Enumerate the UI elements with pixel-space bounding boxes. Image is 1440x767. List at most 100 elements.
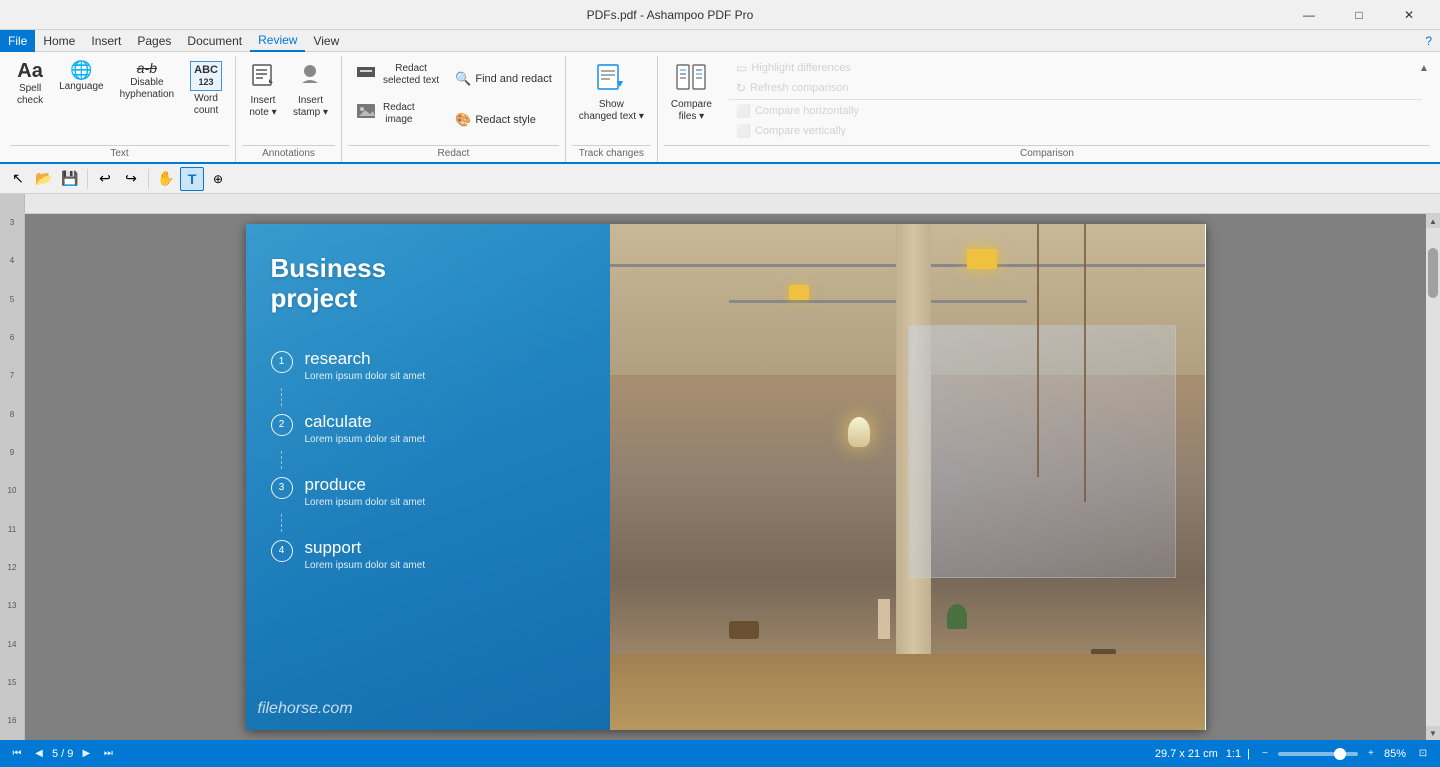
undo-button[interactable]: ↩ [93, 167, 117, 191]
insert-note-icon [249, 61, 277, 93]
compare-files-label: Comparefiles ▾ [671, 99, 712, 123]
insert-note-button[interactable]: Insertnote ▾ [242, 56, 284, 124]
rope-2 [1037, 224, 1039, 477]
redact-style-button[interactable]: 🎨 Redact style [448, 109, 559, 131]
show-changed-text-button[interactable]: Showchanged text ▾ [572, 56, 651, 128]
compare-vert-label: Compare vertically [755, 125, 846, 137]
redo-button[interactable]: ↪ [119, 167, 143, 191]
compare-vertically-button[interactable]: ⬜ Compare vertically [729, 121, 1422, 141]
panel-content: Businessproject 1 research Lorem ipsum d… [271, 254, 586, 571]
annotations-group-label: Annotations [242, 145, 335, 162]
hand-tool-button[interactable]: ✋ [154, 167, 178, 191]
spell-check-button[interactable]: Aa Spellcheck [10, 56, 50, 112]
step-4-number: 4 [271, 540, 293, 562]
window-title: PDFs.pdf - Ashampoo PDF Pro [54, 8, 1286, 22]
language-button[interactable]: 🌐 Language [52, 56, 111, 98]
vertical-scrollbar[interactable]: ▲ ▼ [1426, 214, 1440, 740]
redact-image-button[interactable]: Redactimage [348, 95, 446, 132]
zoom-button[interactable]: ⊕ [206, 167, 230, 191]
plant [947, 604, 967, 629]
ruler-corner [0, 194, 25, 213]
beam-2 [729, 300, 1027, 303]
zoom-percent: 85% [1384, 748, 1406, 760]
step-4-desc: Lorem ipsum dolor sit amet [305, 560, 426, 571]
spell-check-icon: Aa [17, 61, 43, 81]
minimize-button[interactable]: — [1286, 0, 1332, 30]
compare-horizontally-button[interactable]: ⬜ Compare horizontally [729, 101, 1422, 121]
toolbar-separator-1 [87, 169, 88, 189]
compare-files-button[interactable]: Comparefiles ▾ [664, 56, 719, 143]
scroll-up-button[interactable]: ▲ [1426, 214, 1440, 228]
menu-file[interactable]: File [0, 30, 35, 52]
window-area [908, 325, 1176, 578]
word-count-label: Wordcount [194, 93, 218, 117]
vertical-ruler: 3 4 5 6 7 8 9 10 11 12 13 14 15 16 [0, 214, 25, 740]
highlight-differences-button[interactable]: ▭ Highlight differences [729, 58, 1422, 78]
redact-image-label: Redactimage [383, 102, 415, 126]
title-bar: PDFs.pdf - Ashampoo PDF Pro — □ ✕ [0, 0, 1440, 30]
redact-group-label: Redact [348, 145, 559, 162]
fit-page-button[interactable]: ⊡ [1414, 745, 1432, 763]
step-4: 4 support Lorem ipsum dolor sit amet [271, 538, 586, 571]
step-2-desc: Lorem ipsum dolor sit amet [305, 434, 426, 445]
prev-page-button[interactable]: ◀ [30, 745, 48, 763]
save-button[interactable]: 💾 [58, 167, 82, 191]
page-viewport: Businessproject 1 research Lorem ipsum d… [25, 214, 1426, 740]
step-1-content: research Lorem ipsum dolor sit amet [305, 349, 426, 382]
zoom-level-text: 1:1 [1226, 748, 1241, 760]
insert-note-label: Insertnote ▾ [249, 95, 276, 119]
ribbon-collapse-button[interactable]: ▲ [1416, 60, 1432, 76]
menu-document[interactable]: Document [179, 30, 250, 52]
scroll-down-button[interactable]: ▼ [1426, 726, 1440, 740]
step-3: 3 produce Lorem ipsum dolor sit amet [271, 475, 586, 508]
business-title: Businessproject [271, 254, 586, 314]
disable-hyphenation-button[interactable]: a-b Disablehyphenation [113, 56, 182, 106]
refresh-comparison-button[interactable]: ↻ Refresh comparison [729, 78, 1422, 98]
step-1: 1 research Lorem ipsum dolor sit amet [271, 349, 586, 382]
ruler-container: // ruler ticks will be done inline [0, 194, 1440, 214]
menu-review[interactable]: Review [250, 30, 305, 52]
word-count-button[interactable]: ABC123 Wordcount [183, 56, 229, 122]
ribbon-group-text: Aa Spellcheck 🌐 Language a-b Disablehyph… [4, 56, 236, 162]
menu-pages[interactable]: Pages [129, 30, 179, 52]
scroll-thumb[interactable] [1428, 248, 1438, 298]
zoom-slider[interactable] [1278, 752, 1358, 756]
status-bar: ⏮ ◀ 5 / 9 ▶ ⏭ 29.7 x 21 cm 1:1 | − + 85%… [0, 740, 1440, 767]
connector-1 [281, 388, 282, 406]
menu-home[interactable]: Home [35, 30, 83, 52]
compare-files-icon [675, 61, 707, 97]
open-button[interactable]: 📂 [32, 167, 56, 191]
page-info: 5 / 9 [52, 748, 73, 760]
step-1-title: research [305, 349, 426, 369]
help-button[interactable]: ? [1417, 32, 1440, 50]
status-bar-right: 29.7 x 21 cm 1:1 | − + 85% ⊡ [1155, 745, 1432, 763]
scroll-track[interactable] [1426, 228, 1440, 726]
last-page-button[interactable]: ⏭ [99, 745, 117, 763]
close-button[interactable]: ✕ [1386, 0, 1432, 30]
connector-2 [281, 451, 282, 469]
step-2-title: calculate [305, 412, 426, 432]
zoom-out-button[interactable]: − [1256, 745, 1274, 763]
step-2-number: 2 [271, 414, 293, 436]
zoom-thumb[interactable] [1334, 748, 1346, 760]
light-1 [967, 249, 997, 269]
track-changes-content: Showchanged text ▾ [572, 56, 651, 143]
step-1-desc: Lorem ipsum dolor sit amet [305, 371, 426, 382]
insert-stamp-button[interactable]: Insertstamp ▾ [286, 56, 335, 124]
cursor-tool-button[interactable]: ↖ [6, 167, 30, 191]
word-count-icon: ABC123 [190, 61, 222, 91]
ribbon-group-redact: Redactselected text Redactimage 🔍 Find a… [342, 56, 566, 162]
page-navigation: ⏮ ◀ 5 / 9 ▶ ⏭ [8, 745, 117, 763]
maximize-button[interactable]: □ [1336, 0, 1382, 30]
next-page-button[interactable]: ▶ [77, 745, 95, 763]
page-right-panel [610, 224, 1205, 730]
menu-insert[interactable]: Insert [83, 30, 129, 52]
ribbon-group-annotations: Insertnote ▾ Insertstamp ▾ Annotations [236, 56, 342, 162]
first-page-button[interactable]: ⏮ [8, 745, 26, 763]
find-and-redact-button[interactable]: 🔍 Find and redact [448, 68, 559, 90]
text-tool-button[interactable]: T [180, 167, 204, 191]
compare-horiz-label: Compare horizontally [755, 105, 859, 117]
menu-view[interactable]: View [305, 30, 347, 52]
zoom-in-button[interactable]: + [1362, 745, 1380, 763]
redact-selected-text-button[interactable]: Redactselected text [348, 56, 446, 93]
